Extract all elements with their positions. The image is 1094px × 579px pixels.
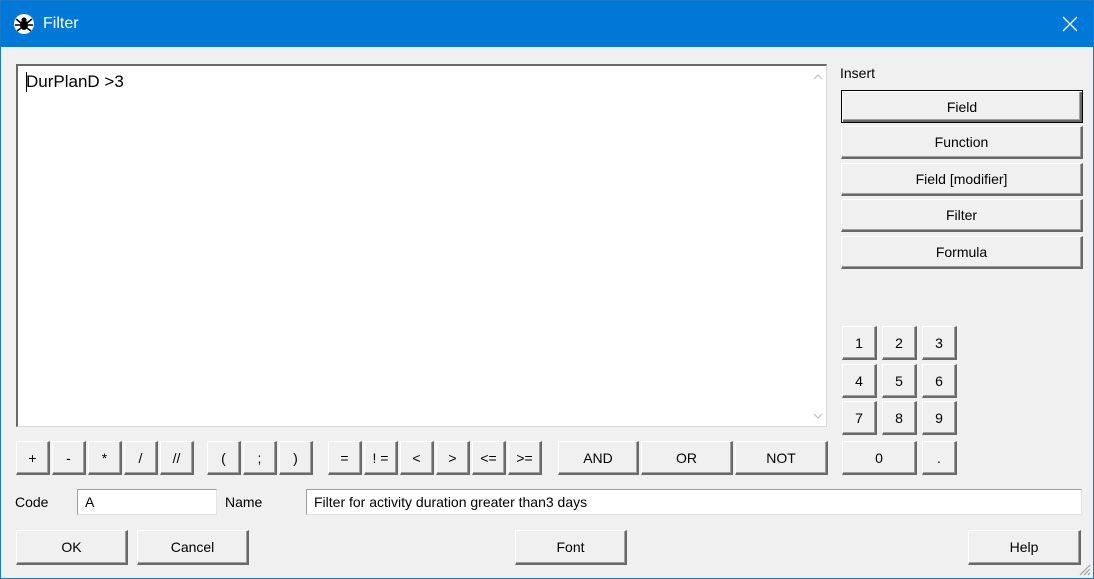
insert-filter-button[interactable]: Filter xyxy=(841,199,1083,232)
operator-less-equal-button[interactable]: <= xyxy=(472,441,506,475)
insert-label: Insert xyxy=(840,65,876,81)
operator-plus-button[interactable]: + xyxy=(16,441,50,475)
insert-function-button[interactable]: Function xyxy=(841,126,1083,159)
keypad-8-button[interactable]: 8 xyxy=(882,401,917,435)
scroll-up-arrow[interactable] xyxy=(809,68,826,85)
keypad-1-button[interactable]: 1 xyxy=(842,326,877,360)
operator-equal-button[interactable]: = xyxy=(328,441,362,475)
expression-text: DurPlanD >3 xyxy=(26,72,124,91)
operator-multiply-button[interactable]: * xyxy=(88,441,122,475)
chevron-down-icon xyxy=(813,413,822,419)
operator-or-button[interactable]: OR xyxy=(641,441,733,475)
keypad-9-button[interactable]: 9 xyxy=(922,401,957,435)
operator-semicolon-button[interactable]: ; xyxy=(243,441,277,475)
insert-field-modifier-button[interactable]: Field [modifier] xyxy=(841,163,1083,196)
operator-not-equal-button[interactable]: ! = xyxy=(364,441,398,475)
font-button[interactable]: Font xyxy=(515,530,627,565)
operator-minus-button[interactable]: - xyxy=(52,441,86,475)
operator-less-button[interactable]: < xyxy=(400,441,434,475)
window-title: Filter xyxy=(43,15,79,32)
title-bar[interactable]: Filter xyxy=(1,1,1093,47)
filter-dialog: Filter DurPlanD >3 Insert Field Function… xyxy=(0,0,1094,579)
cancel-button[interactable]: Cancel xyxy=(137,530,249,565)
name-field[interactable]: Filter for activity duration greater tha… xyxy=(306,489,1082,515)
keypad-5-button[interactable]: 5 xyxy=(882,364,917,398)
close-button[interactable] xyxy=(1047,1,1093,47)
keypad-7-button[interactable]: 7 xyxy=(842,401,877,435)
insert-field-button[interactable]: Field xyxy=(841,90,1083,123)
name-label: Name xyxy=(225,494,263,510)
keypad-dot-button[interactable]: . xyxy=(922,441,957,475)
help-button[interactable]: Help xyxy=(968,530,1081,565)
operator-divide-button[interactable]: / xyxy=(124,441,158,475)
keypad-2-button[interactable]: 2 xyxy=(882,326,917,360)
insert-formula-button[interactable]: Formula xyxy=(841,236,1083,269)
operator-open-paren-button[interactable]: ( xyxy=(207,441,241,475)
ok-button[interactable]: OK xyxy=(16,530,128,565)
operator-greater-equal-button[interactable]: >= xyxy=(508,441,542,475)
keypad-0-button[interactable]: 0 xyxy=(842,441,917,475)
keypad-3-button[interactable]: 3 xyxy=(922,326,957,360)
chevron-up-icon xyxy=(813,73,822,79)
scroll-down-arrow[interactable] xyxy=(809,407,826,424)
expression-editor[interactable]: DurPlanD >3 xyxy=(16,64,827,427)
code-label: Code xyxy=(15,494,49,510)
keypad-6-button[interactable]: 6 xyxy=(922,364,957,398)
operator-greater-button[interactable]: > xyxy=(436,441,470,475)
keypad-4-button[interactable]: 4 xyxy=(842,364,877,398)
operator-int-divide-button[interactable]: // xyxy=(160,441,194,475)
operator-and-button[interactable]: AND xyxy=(558,441,639,475)
code-field[interactable]: A xyxy=(77,489,217,515)
close-icon xyxy=(1062,16,1078,32)
operator-close-paren-button[interactable]: ) xyxy=(279,441,313,475)
resize-grip-icon[interactable] xyxy=(1075,560,1091,576)
vertical-scrollbar[interactable] xyxy=(809,66,826,426)
app-spider-icon xyxy=(13,13,35,35)
operator-not-button[interactable]: NOT xyxy=(735,441,828,475)
